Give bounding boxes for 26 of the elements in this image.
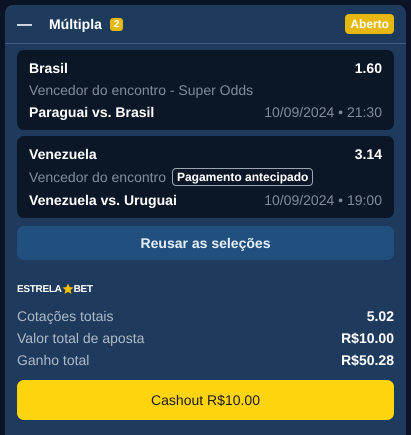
summary-value: R$50.28 — [341, 352, 394, 368]
market-name: Vencedor do encontro - Super Odds — [29, 82, 254, 98]
star-icon — [62, 283, 74, 295]
early-payout-tag: Pagamento antecipado — [172, 168, 314, 186]
cashout-button[interactable]: Cashout R$10.00 — [17, 380, 394, 420]
market-name: Vencedor do encontro — [29, 169, 166, 185]
match-name: Paraguai vs. Brasil — [29, 104, 154, 120]
count-badge: 2 — [110, 18, 124, 30]
collapse-button[interactable]: — — [17, 16, 37, 32]
summary-value: 5.02 — [366, 308, 394, 324]
odds-value: 3.14 — [354, 146, 382, 162]
summary-label: Cotações totais — [17, 308, 114, 324]
reuse-selections-button[interactable]: Reusar as seleções — [17, 226, 394, 260]
summary-label: Ganho total — [17, 352, 90, 368]
pick-name: Venezuela — [29, 146, 97, 162]
logo-text: BET — [74, 284, 93, 294]
status-badge: Aberto — [345, 14, 394, 34]
logo-text: ESTRELA — [17, 284, 62, 294]
match-datetime: 10/09/2024 • 21:30 — [264, 104, 382, 120]
bet-title: Múltipla — [49, 16, 102, 32]
pick-name: Brasil — [29, 60, 68, 76]
odds-value: 1.60 — [354, 60, 382, 76]
match-name: Venezuela vs. Uruguai — [29, 192, 177, 208]
summary-value: R$10.00 — [341, 330, 394, 346]
summary-label: Valor total de aposta — [17, 330, 144, 346]
match-datetime: 10/09/2024 • 19:00 — [264, 192, 382, 208]
